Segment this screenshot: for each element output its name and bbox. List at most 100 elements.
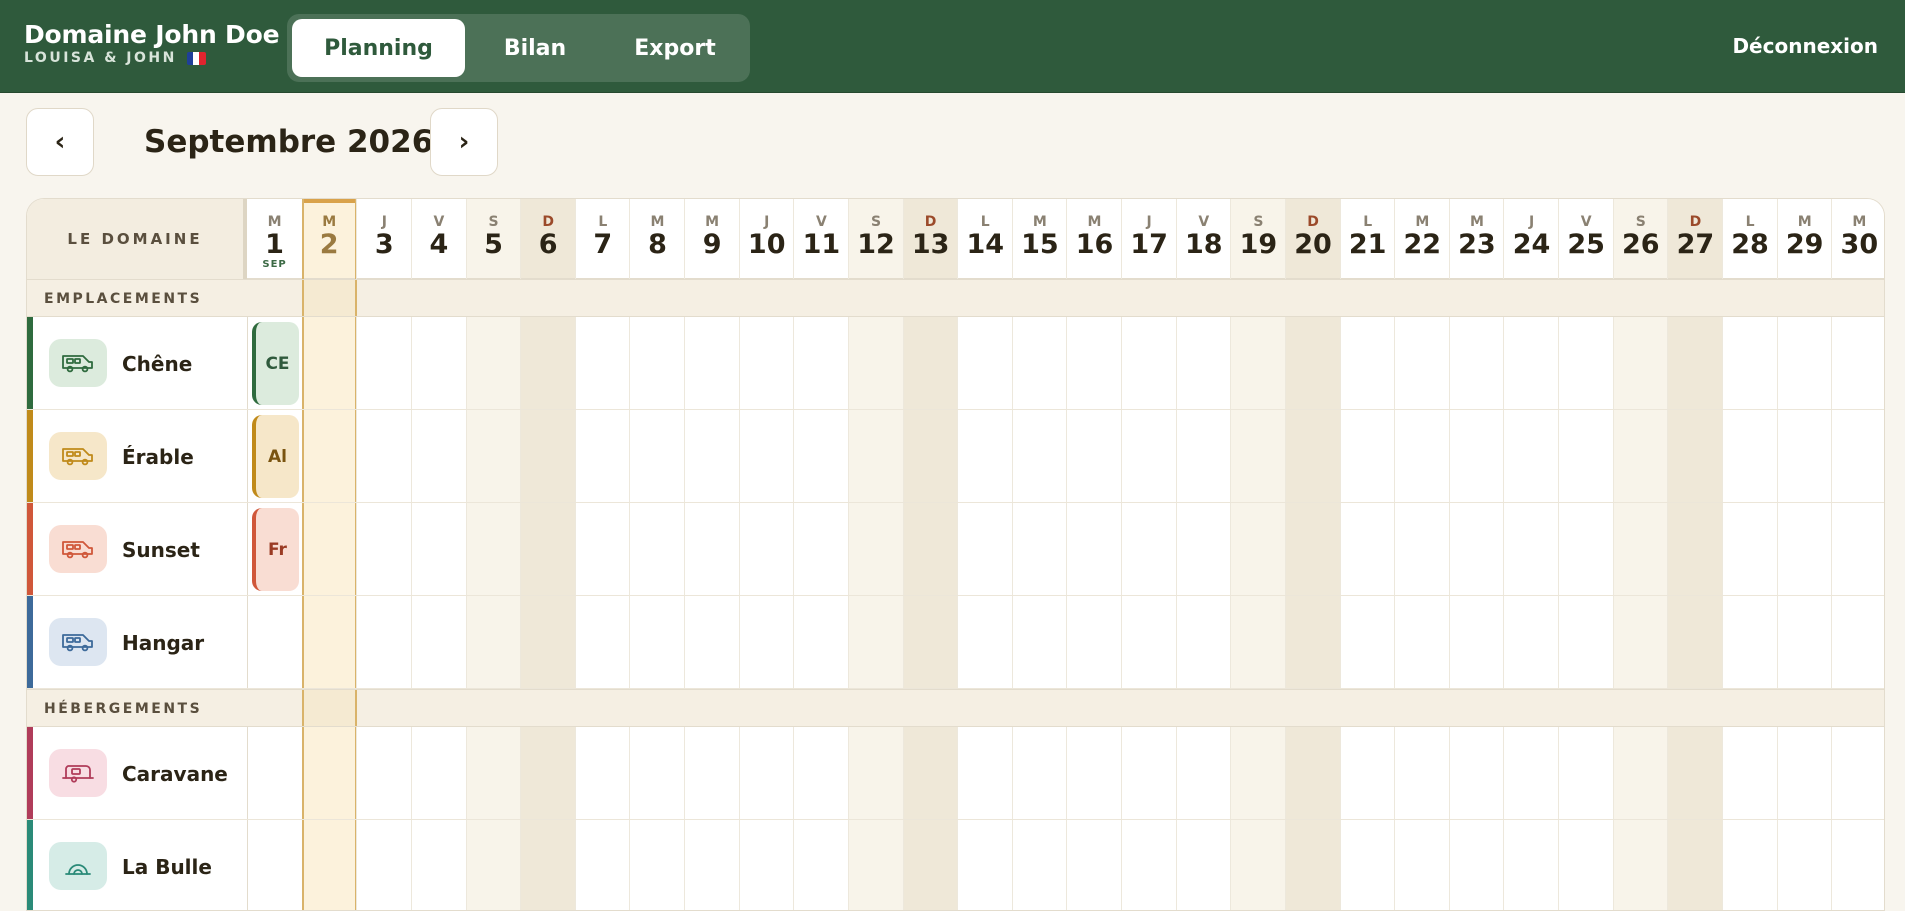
van-icon (49, 432, 107, 480)
day-header[interactable]: M 23 (1449, 199, 1504, 279)
day-header[interactable]: J 17 (1122, 199, 1177, 279)
day-of-week: D (924, 214, 937, 230)
row-divider (27, 409, 1884, 410)
day-of-week: M (322, 214, 337, 230)
day-header[interactable]: M 22 (1395, 199, 1450, 279)
resource-row[interactable]: Sunset (27, 503, 248, 596)
tab-bilan[interactable]: Bilan (465, 19, 605, 77)
tab-planning[interactable]: Planning (292, 19, 465, 77)
day-of-week: S (870, 214, 882, 230)
day-header[interactable]: D6 (521, 199, 576, 279)
day-header[interactable]: V4 (411, 199, 466, 279)
day-of-week: V (1198, 214, 1210, 230)
day-number: 10 (747, 229, 786, 260)
day-header[interactable]: M9 (685, 199, 740, 279)
van-icon (49, 618, 107, 666)
tab-export[interactable]: Export (605, 19, 745, 77)
day-header[interactable]: L 14 (958, 199, 1013, 279)
day-of-week: J (764, 214, 770, 230)
day-of-week: J (1146, 214, 1152, 230)
day-header[interactable]: L 28 (1723, 199, 1778, 279)
day-number: 3 (374, 229, 394, 260)
day-header[interactable]: M 1 SEP (247, 199, 303, 279)
resource-row[interactable]: Érable (27, 410, 248, 503)
top-bar: Domaine John Doe LOUISA & JOHN Planning … (0, 0, 1905, 93)
day-number: 11 (802, 229, 841, 260)
prev-month-button[interactable]: ‹ (26, 108, 94, 176)
month-abbr: SEP (262, 259, 287, 270)
caravan-icon (49, 749, 107, 797)
booking-chip[interactable]: CE (252, 322, 299, 405)
day-header[interactable]: M2 (303, 199, 355, 279)
planning-grid: LE DOMAINE M 1 SEP M 2 J 3 V 4 S 5 D 6 L 7 M 8 M 9 J 10 V 11 S 1… (26, 198, 1885, 911)
day-of-week: M (1087, 214, 1102, 230)
day-of-week: J (381, 214, 387, 230)
grid-corner-label: LE DOMAINE (27, 199, 247, 279)
day-of-week: M (650, 214, 665, 230)
day-header[interactable]: L 21 (1340, 199, 1395, 279)
month-title: Septembre 2026 (144, 124, 434, 160)
next-month-button[interactable]: › (430, 108, 498, 176)
resource-row[interactable]: Caravane (27, 727, 248, 820)
day-number: 7 (593, 229, 613, 260)
day-number: 17 (1130, 229, 1168, 260)
bubble-icon (49, 842, 107, 890)
day-of-week: J (1528, 214, 1535, 230)
day-of-week: S (488, 214, 499, 230)
day-header[interactable]: M 29 (1777, 199, 1832, 279)
logout-button[interactable]: Déconnexion (1732, 34, 1878, 58)
day-header[interactable]: M 15 (1012, 199, 1067, 279)
brand: Domaine John Doe LOUISA & JOHN (24, 20, 280, 66)
day-header[interactable]: D 13 (903, 199, 958, 279)
day-header[interactable]: S 12 (848, 199, 904, 279)
row-divider (27, 595, 1884, 596)
day-header[interactable]: J3 (357, 199, 412, 279)
app-subtitle-text: LOUISA & JOHN (24, 50, 177, 66)
day-header[interactable]: M 16 (1067, 199, 1122, 279)
day-header[interactable]: D 27 (1668, 199, 1723, 279)
day-of-week: D (542, 214, 555, 230)
day-of-week: L (598, 214, 608, 230)
today-marker (301, 280, 357, 316)
section-label: HÉBERGEMENTS (44, 701, 203, 717)
resource-row[interactable]: Chêne (27, 317, 248, 410)
day-header[interactable]: V 18 (1176, 199, 1231, 279)
day-header[interactable]: S 26 (1613, 199, 1668, 279)
day-header[interactable]: L7 (575, 199, 630, 279)
main-nav: Planning Bilan Export (287, 14, 750, 82)
day-number: 2 (319, 229, 339, 260)
day-of-week: D (1689, 214, 1702, 230)
day-header[interactable]: M 30 (1832, 199, 1884, 279)
day-of-week: M (1469, 214, 1484, 230)
day-of-week: V (1580, 214, 1592, 230)
day-header[interactable]: M8 (630, 199, 685, 279)
day-header[interactable]: V 11 (794, 199, 849, 279)
day-number: 29 (1785, 229, 1824, 260)
day-header[interactable]: J 24 (1504, 199, 1559, 279)
resource-row[interactable]: Hangar (27, 596, 248, 689)
resource-color-bar (27, 317, 33, 410)
section-header: EMPLACEMENTS (27, 279, 1884, 317)
resource-name: La Bulle (122, 855, 212, 879)
day-number: 8 (648, 229, 667, 260)
day-header[interactable]: S5 (466, 199, 521, 279)
day-of-week: L (1745, 214, 1755, 230)
day-header[interactable]: V 25 (1559, 199, 1614, 279)
day-header[interactable]: D 20 (1285, 199, 1341, 279)
day-header[interactable]: S 19 (1231, 199, 1286, 279)
resource-color-bar (27, 727, 33, 820)
booking-chip[interactable]: Fr (252, 508, 299, 591)
day-of-week: M (1415, 214, 1430, 230)
day-number: 6 (538, 229, 558, 260)
day-header[interactable]: J 10 (739, 199, 794, 279)
day-number: 20 (1294, 229, 1332, 260)
resource-name: Érable (122, 445, 194, 469)
day-number: 23 (1458, 229, 1496, 260)
row-divider (27, 819, 1884, 820)
day-of-week: L (1363, 214, 1373, 230)
booking-chip[interactable]: Al (252, 415, 299, 498)
van-icon (49, 525, 107, 573)
day-number: 13 (911, 229, 950, 260)
resource-color-bar (27, 503, 33, 596)
resource-row[interactable]: La Bulle (27, 820, 248, 910)
